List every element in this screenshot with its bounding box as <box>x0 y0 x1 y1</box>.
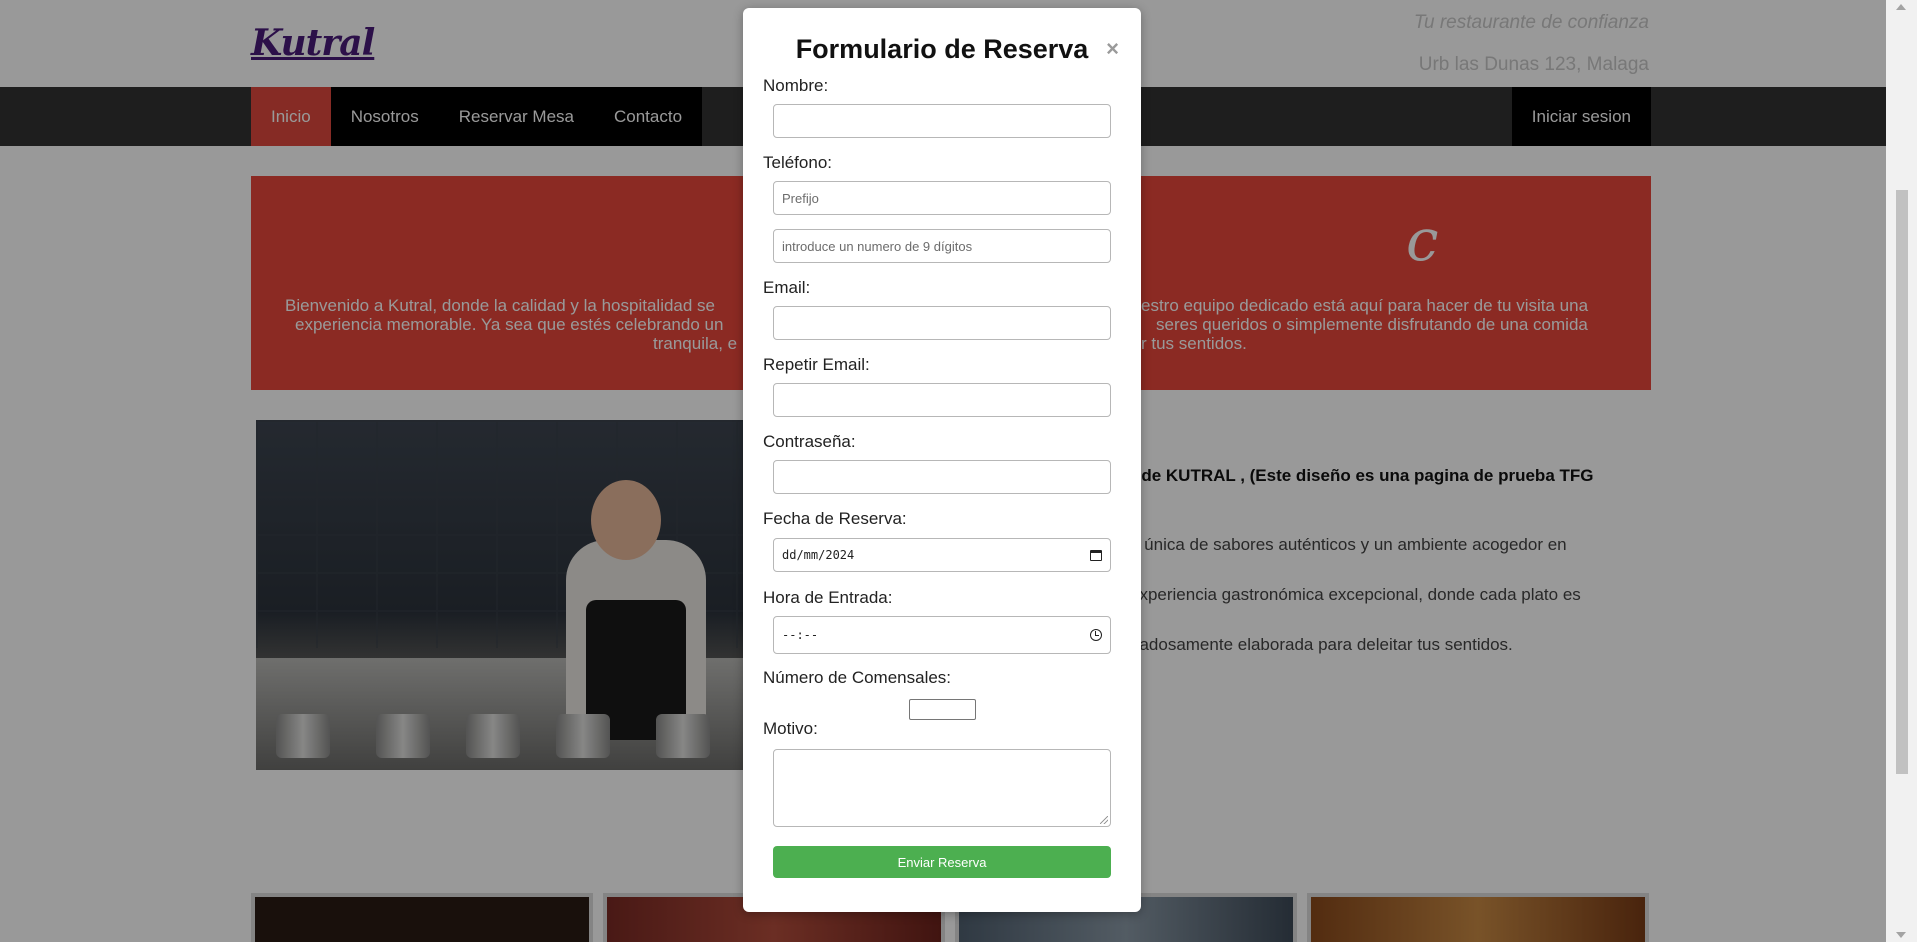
nombre-label: Nombre: <box>763 76 829 95</box>
fecha-input[interactable]: dd/mm/2024 <box>773 538 1111 572</box>
hora-value: --:-- <box>782 628 819 642</box>
motivo-label: Motivo: <box>763 719 818 738</box>
reservation-modal: Formulario de Reserva × Nombre: Teléfono… <box>743 8 1141 912</box>
email-input[interactable] <box>773 306 1111 340</box>
motivo-textarea[interactable] <box>773 749 1111 827</box>
scroll-down-icon[interactable] <box>1896 932 1906 938</box>
calendar-icon[interactable] <box>1090 549 1102 561</box>
hora-label: Hora de Entrada: <box>763 588 893 607</box>
resize-grip-icon[interactable] <box>1100 816 1108 824</box>
scroll-up-icon[interactable] <box>1896 4 1906 10</box>
repetir-email-input[interactable] <box>773 383 1111 417</box>
password-input[interactable] <box>773 460 1111 494</box>
telefono-label: Teléfono: <box>763 153 832 172</box>
password-label: Contraseña: <box>763 432 856 451</box>
comensales-input[interactable] <box>909 699 976 720</box>
fecha-value: dd/mm/2024 <box>782 548 855 562</box>
close-icon[interactable]: × <box>1106 36 1119 62</box>
telefono-number-input[interactable] <box>773 229 1111 263</box>
page-scrollbar[interactable] <box>1886 0 1917 942</box>
modal-title: Formulario de Reserva <box>795 34 1089 64</box>
submit-reservation-button[interactable]: Enviar Reserva <box>773 846 1111 878</box>
fecha-label: Fecha de Reserva: <box>763 509 907 528</box>
hora-input[interactable]: --:-- <box>773 616 1111 654</box>
scroll-thumb[interactable] <box>1896 190 1908 774</box>
email-label: Email: <box>763 278 811 297</box>
repetir-email-label: Repetir Email: <box>763 355 870 374</box>
clock-icon[interactable] <box>1090 629 1102 641</box>
comensales-label: Número de Comensales: <box>763 668 952 687</box>
nombre-input[interactable] <box>773 104 1111 138</box>
prefijo-input[interactable] <box>773 181 1111 215</box>
